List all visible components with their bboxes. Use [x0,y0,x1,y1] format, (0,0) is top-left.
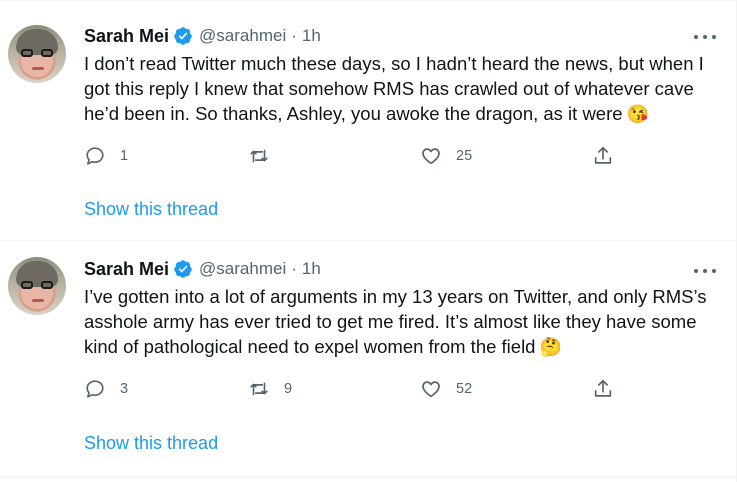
tweet-text: I’ve gotten into a lot of arguments in m… [84,284,724,360]
avatar[interactable] [8,25,66,83]
display-name[interactable]: Sarah Mei [84,259,169,280]
share-button[interactable] [592,376,614,402]
reply-button[interactable]: 3 [84,376,128,402]
retweet-icon [250,149,268,163]
like-button[interactable]: 25 [420,143,472,169]
share-button[interactable] [592,143,614,169]
kissing-face-emoji: 😘 [626,104,649,124]
heart-icon [422,381,440,398]
tweet-text: I don’t read Twitter much these days, so… [84,51,724,127]
reply-icon [86,147,104,165]
like-count: 52 [456,381,473,397]
verified-badge-icon [174,27,192,45]
retweet-button[interactable] [248,143,284,169]
separator-dot: · [291,26,297,45]
tweet-header: Sarah Mei @sarahmei · 1h [84,25,321,47]
tweet-actions: 1 25 [84,143,644,169]
reply-count: 3 [120,381,129,397]
show-thread-link[interactable]: Show this thread [84,199,218,220]
retweet-button[interactable]: 9 [248,376,292,402]
reply-button[interactable]: 1 [84,143,128,169]
heart-icon [422,148,440,165]
tweet-header: Sarah Mei @sarahmei · 1h [84,258,321,280]
more-options-icon[interactable] [694,263,716,279]
like-count: 25 [456,148,473,164]
retweet-count: 9 [284,381,293,397]
separator-dot: · [291,259,297,278]
reply-icon [86,380,104,398]
more-options-icon[interactable] [694,29,716,45]
show-thread-link[interactable]: Show this thread [84,433,218,454]
reply-count: 1 [120,148,129,164]
share-icon [594,379,612,397]
tweet[interactable]: Sarah Mei @sarahmei · 1h I’ve gotten int… [0,241,736,478]
share-icon [594,146,612,164]
timestamp[interactable]: 1h [302,26,321,46]
tweet-actions: 3 9 52 [84,376,644,402]
like-button[interactable]: 52 [420,376,472,402]
avatar[interactable] [8,257,66,315]
retweet-icon [250,382,268,396]
timeline: Sarah Mei @sarahmei · 1h I don’t read Tw… [0,0,737,482]
verified-badge-icon [174,260,192,278]
thinking-face-emoji: 🤔 [539,337,562,357]
tweet[interactable]: Sarah Mei @sarahmei · 1h I don’t read Tw… [0,0,736,241]
timestamp[interactable]: 1h [302,259,321,279]
handle[interactable]: @sarahmei [199,26,286,46]
handle[interactable]: @sarahmei [199,259,286,279]
display-name[interactable]: Sarah Mei [84,26,169,47]
